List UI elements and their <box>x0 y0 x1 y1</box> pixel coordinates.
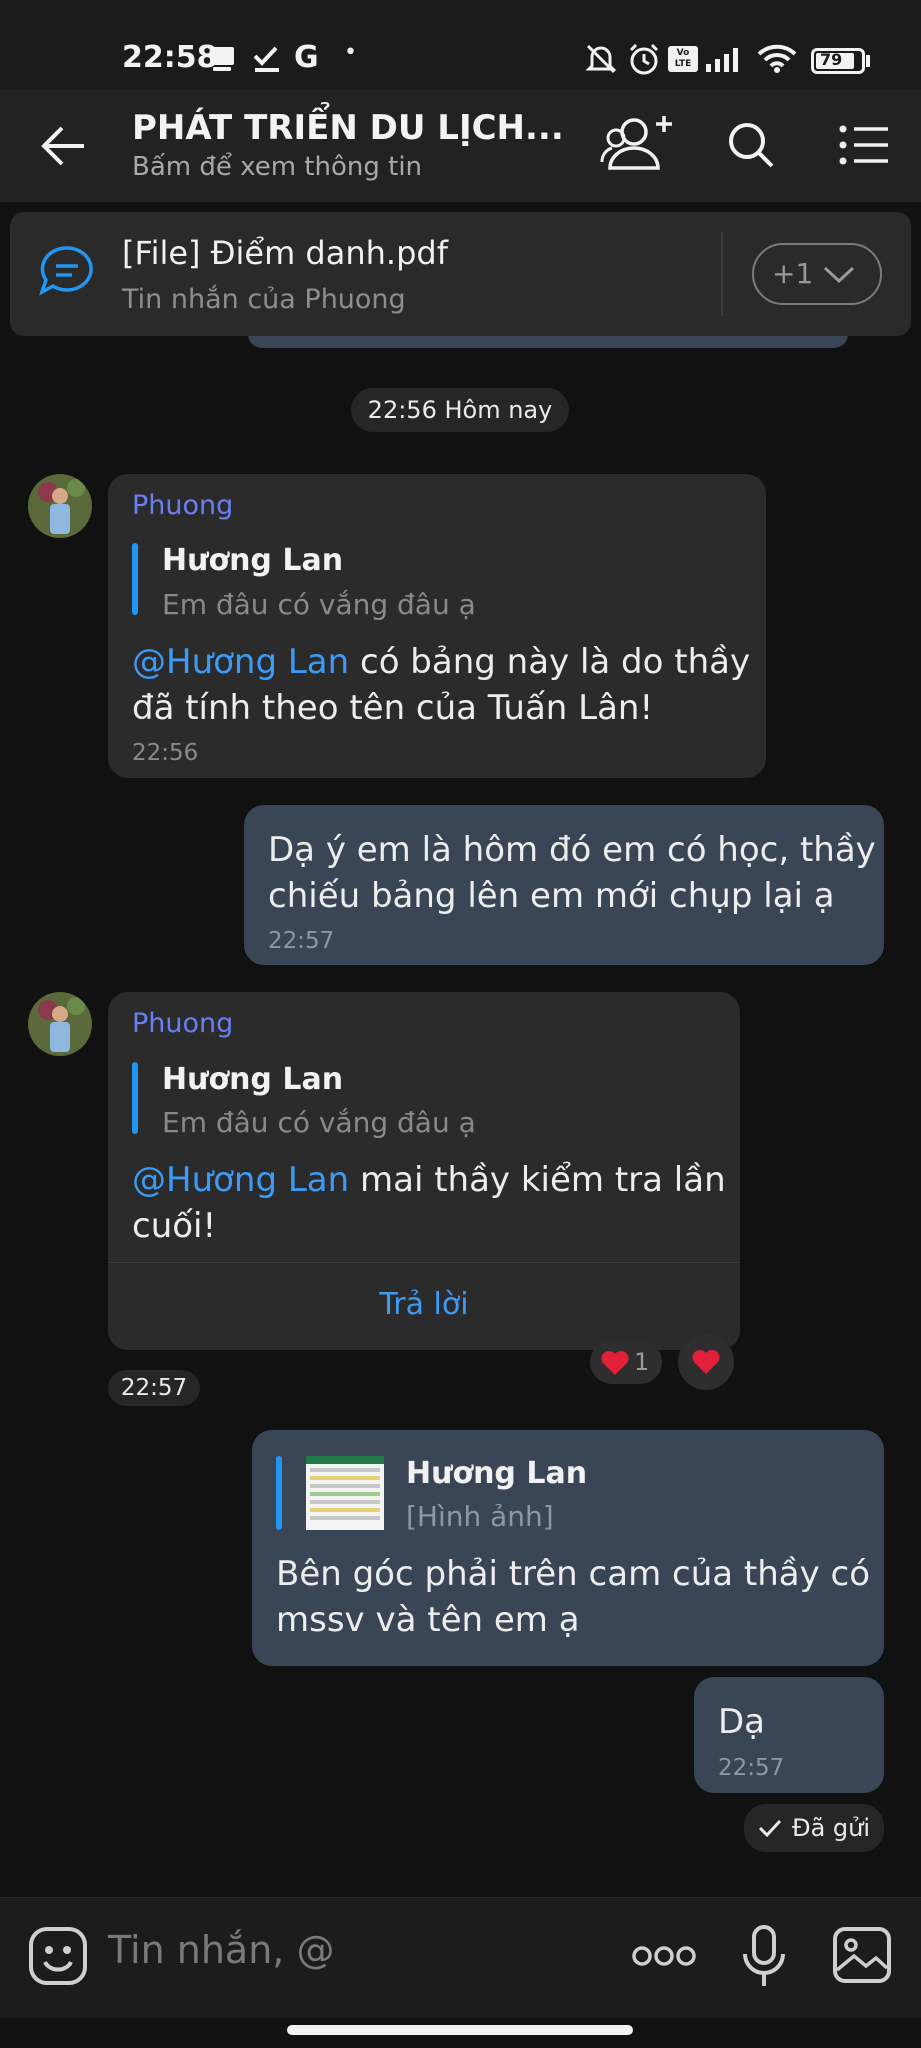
more-options-icon[interactable] <box>632 1942 696 1970</box>
quote-text: Em đâu có vắng đâu ạ <box>162 588 476 621</box>
pinned-subtitle: Tin nhắn của Phuong <box>122 284 406 315</box>
image-gallery-icon[interactable] <box>832 1926 892 1984</box>
pinned-more-button[interactable]: +1 <box>752 243 882 305</box>
notification-dot: • <box>344 40 357 65</box>
message-text-line: Dạ <box>718 1702 766 1742</box>
sender-name[interactable]: Phuong <box>132 490 233 521</box>
sent-status: Đã gửi <box>744 1804 884 1852</box>
battery-icon: 79 <box>811 48 865 74</box>
quote-bar <box>132 1062 138 1134</box>
battery-level: 79 <box>820 50 843 69</box>
message-text-line: đã tính theo tên của Tuấn Lân! <box>132 688 654 728</box>
message-time: 22:56 <box>132 740 199 766</box>
chevron-down-icon <box>823 266 855 284</box>
quote-author: Hương Lan <box>162 543 344 578</box>
message-text-line: Bên góc phải trên cam của thầy có <box>276 1554 871 1594</box>
volte-icon: Vo LTE <box>668 46 698 72</box>
sender-name[interactable]: Phuong <box>132 1008 233 1039</box>
battery-tip <box>866 55 870 67</box>
alarm-icon <box>629 43 659 75</box>
mute-bell-icon <box>585 44 617 74</box>
back-arrow-icon[interactable] <box>40 124 88 168</box>
signal-icon <box>706 48 738 72</box>
message-input[interactable]: Tin nhắn, @ <box>108 1928 334 1972</box>
avatar[interactable] <box>28 992 92 1056</box>
check-icon <box>758 1819 782 1838</box>
message-text-part: có bảng này là do thầy <box>349 642 751 682</box>
react-button[interactable] <box>678 1334 734 1390</box>
quote-text: Em đâu có vắng đâu ạ <box>162 1106 476 1139</box>
quote-text: [Hình ảnh] <box>406 1500 554 1533</box>
message-text-line: chiếu bảng lên em mới chụp lại ạ <box>268 876 835 916</box>
message-text: @Hương Lan có bảng này là do thầy <box>132 640 750 684</box>
mention-link[interactable]: @Hương Lan <box>132 642 349 682</box>
message-text-line: cuối! <box>132 1206 217 1246</box>
reaction-badge[interactable]: 1 <box>590 1340 662 1384</box>
message-time: 22:57 <box>718 1755 785 1781</box>
message-time: 22:57 <box>268 928 335 954</box>
wifi-icon <box>757 44 797 73</box>
microphone-icon[interactable] <box>740 1924 788 1990</box>
group-subtitle[interactable]: Bấm để xem thông tin <box>132 152 422 182</box>
date-chip: 22:56 Hôm nay <box>351 388 569 432</box>
menu-list-icon[interactable] <box>838 124 890 166</box>
group-title[interactable]: PHÁT TRIỂN DU LỊCH... <box>132 108 564 148</box>
quote-author: Hương Lan <box>406 1456 588 1491</box>
message-text-line: Dạ ý em là hôm đó em có học, thầy <box>268 830 876 870</box>
sticker-icon[interactable] <box>28 1926 88 1986</box>
quote-author: Hương Lan <box>162 1062 344 1097</box>
reply-button[interactable]: Trả lời <box>108 1263 740 1350</box>
spreadsheet-thumbnail <box>306 1456 384 1530</box>
message-text-line: mssv và tên em ạ <box>276 1600 580 1640</box>
chat-bubble-icon <box>38 246 93 296</box>
message-time-chip: 22:57 <box>108 1370 200 1406</box>
google-icon: G <box>294 40 319 75</box>
mention-link[interactable]: @Hương Lan <box>132 1160 349 1200</box>
avatar[interactable] <box>28 474 92 538</box>
checklist-icon <box>253 46 279 72</box>
message-text: @Hương Lan mai thầy kiểm tra lần <box>132 1158 726 1202</box>
pinned-title[interactable]: [File] Điểm danh.pdf <box>122 234 448 272</box>
pinned-more-label: +1 <box>772 257 814 290</box>
search-icon[interactable] <box>726 120 776 170</box>
notification-icon <box>210 47 234 71</box>
sent-label: Đã gửi <box>792 1814 871 1842</box>
quote-bar <box>132 543 138 615</box>
add-member-icon[interactable] <box>600 112 682 174</box>
heart-icon <box>692 1350 720 1374</box>
message-text-part: mai thầy kiểm tra lần <box>349 1160 726 1200</box>
home-indicator[interactable] <box>287 2025 633 2035</box>
reaction-count: 1 <box>634 1348 650 1376</box>
status-time: 22:58 <box>122 40 218 75</box>
heart-icon <box>601 1351 629 1375</box>
pinned-divider <box>721 232 723 316</box>
quote-bar <box>276 1456 282 1530</box>
